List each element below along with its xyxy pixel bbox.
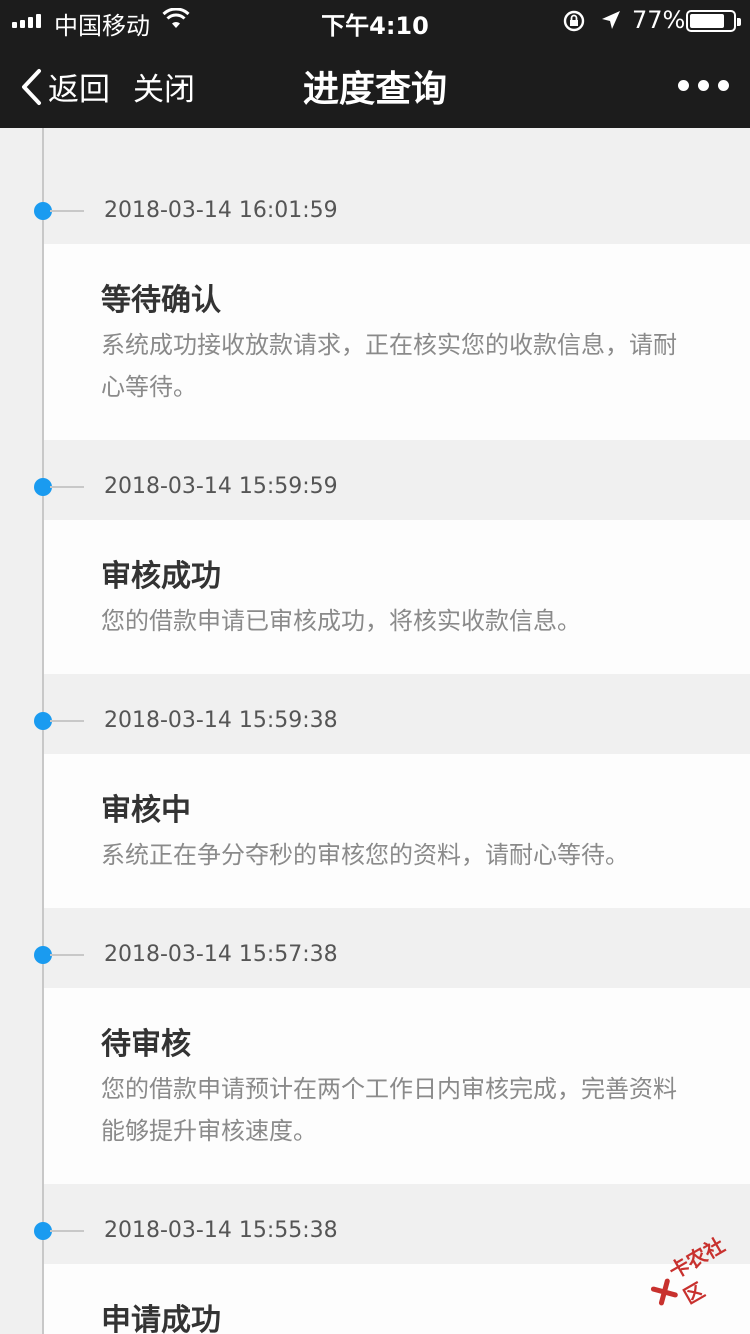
event-description: 您的借款申请已审核成功，将核实收款信息。 (101, 607, 581, 635)
rotation-lock-icon (562, 9, 586, 37)
event-title: 审核成功 (101, 559, 221, 594)
event-timestamp: 2018-03-14 15:57:38 (104, 942, 338, 967)
event-title: 申请成功 (101, 1303, 221, 1334)
event-card: 等待确认 系统成功接收放款请求，正在核实您的收款信息，请耐心等待。 (44, 244, 750, 440)
event-title: 待审核 (101, 1027, 191, 1062)
nav-bar: 返回 关闭 进度查询 (0, 40, 750, 128)
event-card: 待审核 您的借款申请预计在两个工作日内审核完成，完善资料能够提升审核速度。 (44, 988, 750, 1184)
event-description: 您的借款申请预计在两个工作日内审核完成，完善资料能够提升审核速度。 (101, 1075, 677, 1145)
event-description: 系统成功接收放款请求，正在核实您的收款信息，请耐心等待。 (101, 331, 677, 401)
more-dot-icon (698, 80, 709, 91)
event-title: 等待确认 (101, 283, 221, 318)
event-title: 审核中 (101, 793, 191, 828)
event-timestamp: 2018-03-14 15:59:59 (104, 474, 338, 499)
status-bar: 中国移动 下午4:10 77% (0, 0, 750, 40)
event-timestamp: 2018-03-14 16:01:59 (104, 198, 338, 223)
more-options-button[interactable] (678, 80, 729, 91)
event-timestamp: 2018-03-14 15:55:38 (104, 1218, 338, 1243)
battery-fill (690, 14, 724, 28)
event-card: 审核成功 您的借款申请已审核成功，将核实收款信息。 (44, 520, 750, 674)
page-title: 进度查询 (302, 69, 447, 110)
battery-percent: 77% (632, 6, 686, 34)
more-dot-icon (718, 80, 729, 91)
progress-timeline: 2018-03-14 16:01:59 等待确认 系统成功接收放款请求，正在核实… (0, 128, 750, 1334)
more-dot-icon (678, 80, 689, 91)
battery-icon (686, 10, 741, 32)
event-card: 审核中 系统正在争分夺秒的审核您的资料，请耐心等待。 (44, 754, 750, 908)
event-description: 系统正在争分夺秒的审核您的资料，请耐心等待。 (101, 841, 629, 869)
location-arrow-icon (600, 9, 622, 35)
event-timestamp: 2018-03-14 15:59:38 (104, 708, 338, 733)
top-bar: 中国移动 下午4:10 77% 返回 关闭 进度查询 (0, 0, 750, 128)
